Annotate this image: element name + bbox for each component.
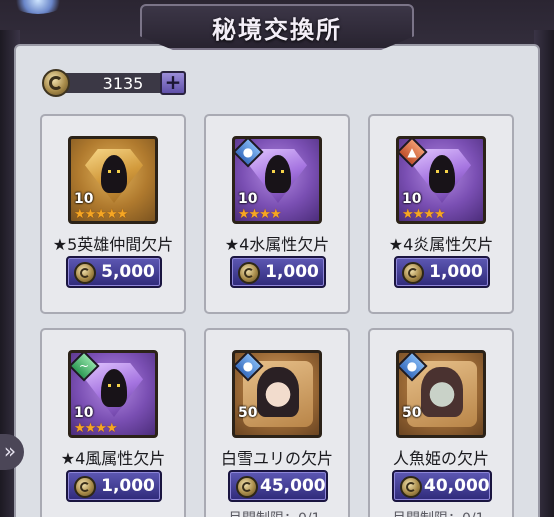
coin-icon (236, 476, 258, 498)
price-value: 1,000 (101, 476, 155, 496)
buy-button[interactable]: 1,000 (66, 470, 162, 502)
shop-item-card[interactable]: ● 10 ★★★★ ★4水属性欠片 1,000 (204, 114, 350, 314)
currency-display: 3135 + (42, 69, 188, 97)
item-name: ★5英雄仲間欠片 (52, 235, 174, 254)
coin-icon (74, 476, 96, 498)
add-currency-button[interactable]: + (160, 71, 186, 95)
hooded-figure-icon (265, 155, 291, 193)
buy-button[interactable]: 5,000 (66, 256, 162, 288)
item-name: 人魚姫の欠片 (392, 449, 489, 468)
coin-icon (402, 262, 424, 284)
buy-button[interactable]: 1,000 (394, 256, 490, 288)
title-banner: 秘境交換所 (140, 4, 414, 50)
item-name: ★4水属性欠片 (224, 235, 330, 254)
coin-icon (42, 69, 70, 97)
item-stars: ★★★★★ (74, 207, 128, 222)
shop-item-card[interactable]: ● 50 人魚姫の欠片 40,000 月間制限：0/1 (368, 328, 514, 517)
purchase-limit: 月間制限：0/1 (392, 508, 512, 517)
buy-button[interactable]: 45,000 (228, 470, 328, 502)
item-level: 10 (74, 405, 94, 421)
item-level: 50 (402, 405, 422, 421)
item-stars: ★★★★ (238, 207, 282, 222)
currency-amount: 3135 (102, 73, 144, 93)
coin-icon (400, 476, 422, 498)
page-title: 秘境交換所 (212, 14, 342, 44)
item-stars: ★★★★ (74, 421, 118, 436)
shop-item-card[interactable]: ● 50 白雪ユリの欠片 45,000 月間制限：0/1 (204, 328, 350, 517)
hooded-figure-icon (101, 369, 127, 407)
item-name: ★4炎属性欠片 (388, 235, 494, 254)
coin-icon (74, 262, 96, 284)
shop-item-card[interactable]: 10 ★★★★★ ★5英雄仲間欠片 5,000 (40, 114, 186, 314)
item-level: 10 (74, 191, 94, 207)
price-value: 1,000 (429, 262, 483, 282)
coin-icon (238, 262, 260, 284)
item-level: 10 (238, 191, 258, 207)
item-icon: ● 10 ★★★★ (232, 136, 322, 224)
buy-button[interactable]: 40,000 (392, 470, 492, 502)
item-stars: ★★★★ (402, 207, 446, 222)
shop-item-card[interactable]: ~ 10 ★★★★ ★4風属性欠片 1,000 (40, 328, 186, 517)
price-value: 40,000 (424, 476, 490, 496)
item-name: 白雪ユリの欠片 (220, 449, 333, 468)
item-icon: ● 50 (232, 350, 322, 438)
buy-button[interactable]: 1,000 (230, 256, 326, 288)
item-icon: ● 50 (396, 350, 486, 438)
hooded-figure-icon (101, 155, 127, 193)
item-icon: 10 ★★★★★ (68, 136, 158, 224)
purchase-limit: 月間制限：0/1 (228, 508, 348, 517)
item-name: ★4風属性欠片 (60, 449, 166, 468)
hooded-figure-icon (429, 155, 455, 193)
shop-item-card[interactable]: ▲ 10 ★★★★ ★4炎属性欠片 1,000 (368, 114, 514, 314)
double-chevron-right-icon: » (3, 439, 17, 463)
item-icon: ▲ 10 ★★★★ (396, 136, 486, 224)
plus-icon: + (164, 70, 182, 94)
character-portrait (257, 367, 299, 417)
price-value: 1,000 (265, 262, 319, 282)
price-value: 5,000 (101, 262, 155, 282)
item-icon: ~ 10 ★★★★ (68, 350, 158, 438)
item-level: 50 (238, 405, 258, 421)
item-level: 10 (402, 191, 422, 207)
price-value: 45,000 (260, 476, 326, 496)
character-portrait (421, 367, 463, 417)
